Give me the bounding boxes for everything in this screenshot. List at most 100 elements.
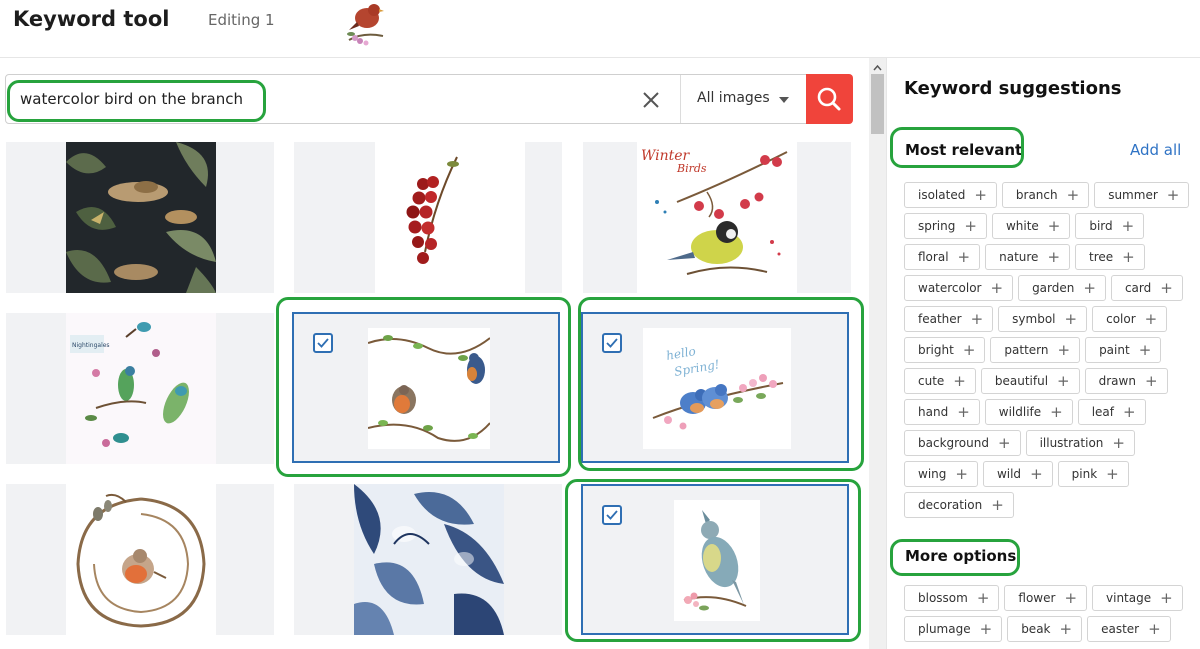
plus-icon: + — [957, 247, 971, 266]
keyword-sidebar: Keyword suggestions Most relevant Add al… — [886, 58, 1200, 649]
keyword-tag-label: beak — [1021, 622, 1051, 636]
clear-icon[interactable] — [640, 89, 662, 111]
winter-birds-image: Winter Birds — [637, 142, 797, 293]
search-input[interactable] — [20, 88, 620, 110]
plus-icon: + — [1122, 247, 1135, 266]
keyword-tag[interactable]: isolated + — [904, 182, 997, 208]
keyword-tag[interactable]: illustration + — [1025, 430, 1135, 456]
keyword-tag[interactable]: feather + — [904, 306, 994, 332]
more-options-heading: More options — [905, 547, 1017, 565]
select-checkbox[interactable] — [313, 333, 333, 353]
image-tile-blue-pattern[interactable] — [294, 484, 562, 635]
keyword-tag-label: pink — [1071, 467, 1098, 481]
keyword-tag[interactable]: card + — [1110, 275, 1183, 301]
grid-scrollbar[interactable] — [869, 58, 886, 649]
keyword-tag-label: branch — [1015, 188, 1058, 202]
image-tile-titmouse[interactable] — [581, 484, 849, 635]
plus-icon: + — [1083, 278, 1096, 297]
keyword-tag-label: decoration — [918, 498, 983, 512]
keyword-tag[interactable]: vintage + — [1092, 585, 1183, 611]
keyword-tag-label: isolated — [918, 188, 966, 202]
plus-icon: + — [1057, 340, 1071, 359]
chevron-down-icon — [779, 97, 789, 103]
keyword-tag[interactable]: branch + — [1001, 182, 1090, 208]
keyword-tag[interactable]: watercolor + — [904, 275, 1014, 301]
keyword-tag[interactable]: background + — [904, 430, 1021, 456]
image-tile-cherry[interactable] — [294, 142, 562, 293]
scroll-up-icon[interactable] — [869, 60, 886, 74]
keyword-tag-label: white — [1005, 219, 1039, 233]
keyword-tag[interactable]: blossom + — [904, 585, 1000, 611]
keyword-tag-label: garden — [1032, 281, 1075, 295]
keyword-tag-label: watercolor — [918, 281, 982, 295]
keyword-tag[interactable]: floral + — [904, 244, 981, 270]
header: Keyword tool Editing 1 — [0, 0, 1200, 58]
keyword-tag-label: paint — [1099, 343, 1130, 357]
plus-icon: + — [1166, 185, 1180, 204]
keyword-tag[interactable]: flower + — [1004, 585, 1088, 611]
keyword-tag[interactable]: cute + — [904, 368, 976, 394]
keyword-tag[interactable]: bright + — [904, 337, 986, 363]
image-tile-winter-birds[interactable]: Winter Birds — [583, 142, 851, 293]
keyword-tag[interactable]: beautiful + — [980, 368, 1080, 394]
hummingbirds-image: Nightingales — [66, 313, 216, 464]
keyword-tag[interactable]: decoration + — [904, 492, 1014, 518]
keyword-tag[interactable]: paint + — [1085, 337, 1162, 363]
keyword-tag[interactable]: wild + — [982, 461, 1053, 487]
plus-icon: + — [964, 216, 977, 235]
keyword-tag[interactable]: bird + — [1075, 213, 1145, 239]
editing-count[interactable]: Editing 1 — [208, 11, 275, 29]
keyword-tag-label: bright — [918, 343, 954, 357]
keyword-tag-label: easter — [1101, 622, 1140, 636]
cherry-image — [375, 142, 525, 293]
add-all-link[interactable]: Add all — [1130, 141, 1181, 159]
editing-thumbnail[interactable] — [343, 0, 391, 46]
svg-text:Birds: Birds — [676, 162, 707, 175]
keyword-tag[interactable]: wildlife + — [984, 399, 1073, 425]
image-tile-robin-wreath[interactable] — [6, 484, 274, 635]
plus-icon: + — [955, 464, 968, 483]
keyword-tag-label: background — [918, 436, 989, 450]
plus-icon: + — [1138, 340, 1152, 359]
search-button[interactable] — [806, 74, 853, 124]
image-tile-robin-pattern[interactable] — [292, 312, 560, 463]
image-type-label: All images — [697, 90, 770, 106]
keyword-tag[interactable]: wing + — [904, 461, 978, 487]
plus-icon: + — [1106, 464, 1119, 483]
keyword-tag-label: spring — [918, 219, 956, 233]
select-checkbox[interactable] — [602, 505, 622, 525]
keyword-tag[interactable]: color + — [1092, 306, 1168, 332]
keyword-tag-label: pattern — [1004, 343, 1049, 357]
keyword-tag[interactable]: summer + — [1094, 182, 1190, 208]
keyword-tag[interactable]: tree + — [1075, 244, 1145, 270]
image-type-select[interactable]: All images — [682, 75, 806, 123]
keyword-tag[interactable]: plumage + — [904, 616, 1003, 642]
keyword-tag[interactable]: easter + — [1087, 616, 1171, 642]
image-tile-hummingbirds[interactable]: Nightingales — [6, 313, 274, 464]
plus-icon: + — [970, 309, 984, 328]
keyword-tag[interactable]: drawn + — [1084, 368, 1168, 394]
search-divider — [680, 75, 681, 123]
keyword-tag[interactable]: hand + — [904, 399, 980, 425]
plus-icon: + — [991, 495, 1004, 514]
image-tile-bluebird-spring[interactable]: hello Spring! — [581, 312, 849, 463]
keyword-tag[interactable]: garden + — [1018, 275, 1106, 301]
scroll-thumb[interactable] — [871, 74, 884, 134]
keyword-tag[interactable]: beak + — [1007, 616, 1083, 642]
keyword-tag[interactable]: leaf + — [1077, 399, 1146, 425]
plus-icon: + — [1047, 247, 1061, 266]
image-tile-jungle[interactable] — [6, 142, 274, 293]
plus-icon: + — [1066, 185, 1080, 204]
keyword-tag[interactable]: white + — [991, 213, 1071, 239]
keyword-tag-label: wildlife — [998, 405, 1042, 419]
keyword-tag-label: nature — [999, 250, 1039, 264]
plus-icon: + — [997, 433, 1011, 452]
keyword-tag[interactable]: pattern + — [990, 337, 1081, 363]
keyword-tag[interactable]: spring + — [904, 213, 987, 239]
keyword-tag[interactable]: pink + — [1057, 461, 1129, 487]
select-checkbox[interactable] — [602, 333, 622, 353]
keyword-tag[interactable]: symbol + — [998, 306, 1088, 332]
most-relevant-heading: Most relevant — [905, 141, 1023, 159]
keyword-tag[interactable]: nature + — [985, 244, 1071, 270]
keyword-tag-label: hand — [918, 405, 949, 419]
